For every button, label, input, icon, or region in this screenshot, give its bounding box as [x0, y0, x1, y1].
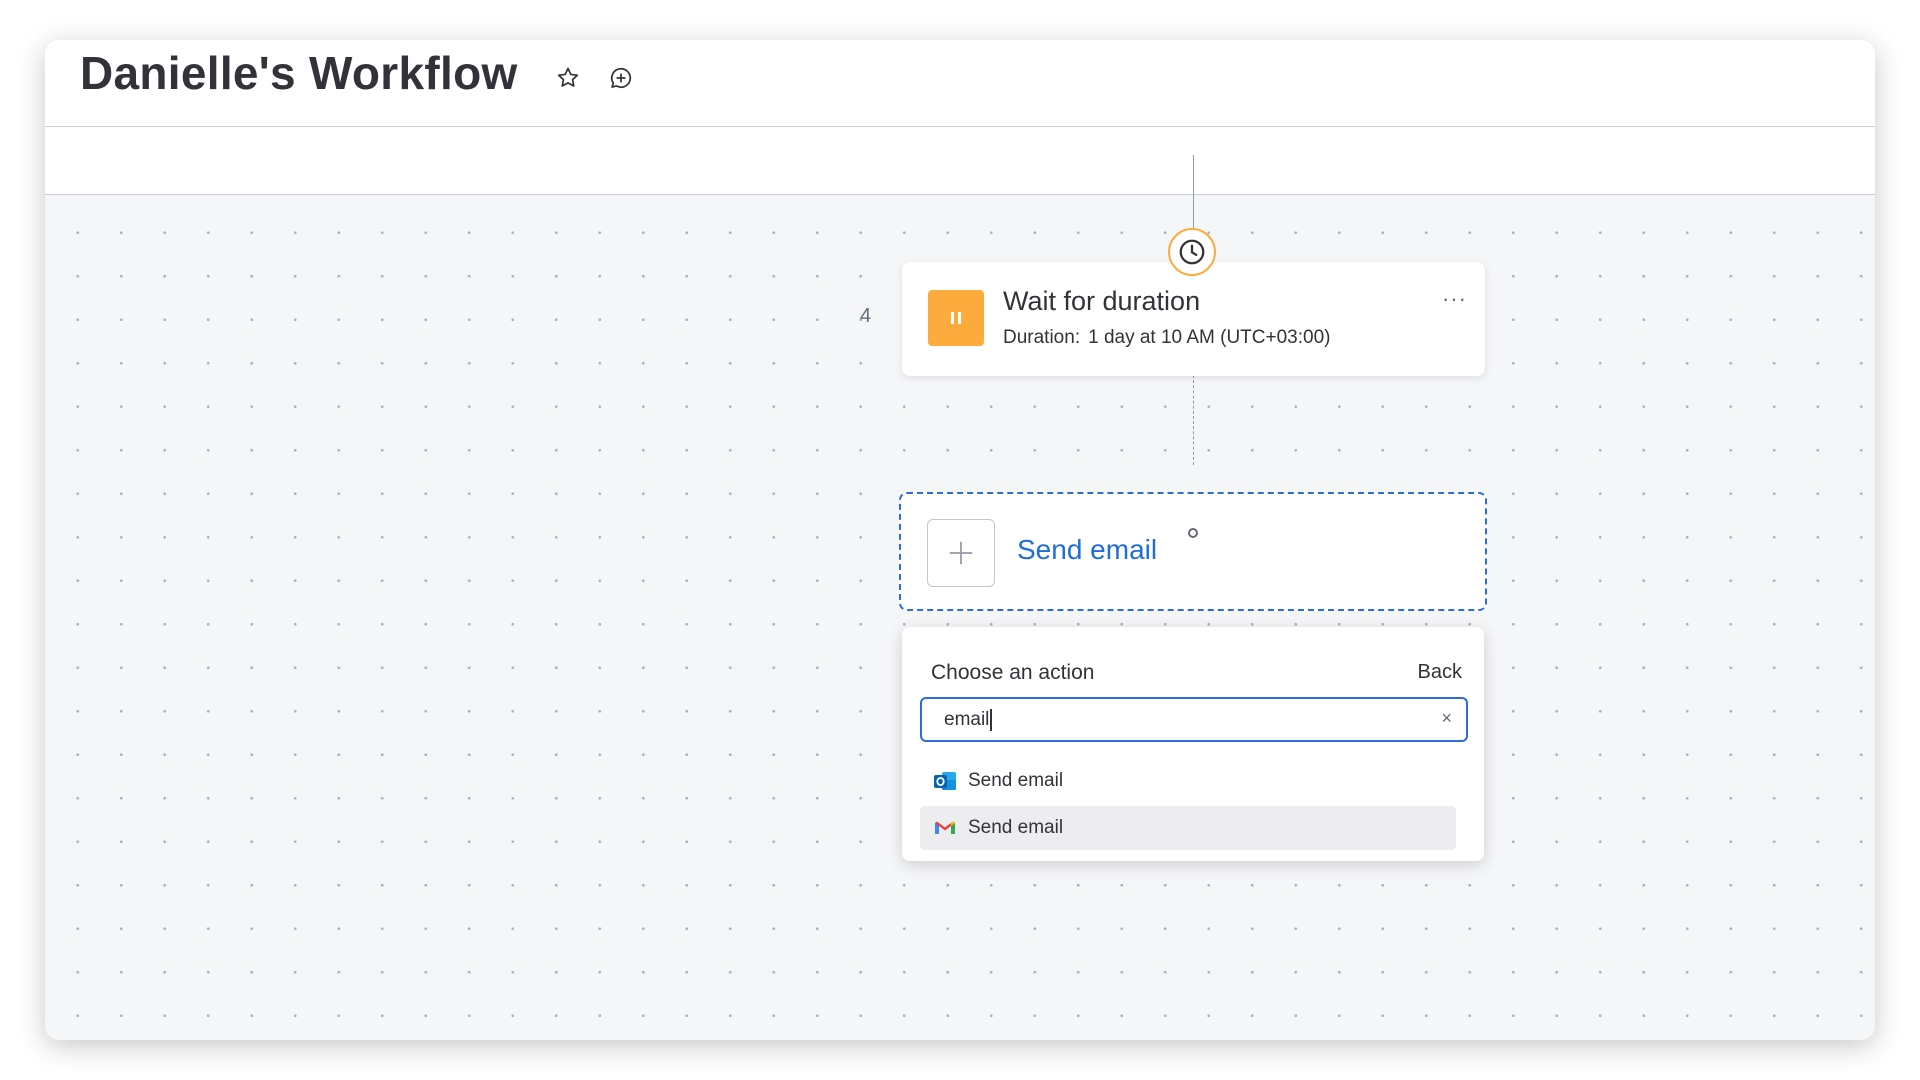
wait-card-title: Wait for duration — [1003, 286, 1201, 316]
connector-node[interactable] — [1188, 528, 1198, 538]
back-button[interactable]: Back — [1418, 661, 1462, 684]
action-search-field[interactable]: × — [920, 697, 1468, 742]
wait-card-duration: Duration: 1 day at 10 AM (UTC+03:00) — [1003, 327, 1330, 349]
wait-for-duration-card[interactable]: Wait for duration Duration: 1 day at 10 A… — [902, 262, 1485, 376]
clear-search-button[interactable]: × — [1441, 708, 1452, 729]
toolbar — [45, 127, 1875, 195]
clock-icon — [1168, 228, 1216, 276]
choose-action-dropdown: Choose an action Back × Send email Send … — [902, 627, 1484, 861]
duration-label: Duration: — [1003, 327, 1081, 348]
plus-icon[interactable] — [927, 519, 995, 587]
step-number: 4 — [860, 305, 872, 327]
chat-add-icon[interactable] — [603, 60, 639, 96]
text-cursor — [990, 709, 992, 731]
duration-value: 1 day at 10 AM (UTC+03:00) — [1088, 327, 1331, 348]
list-item-label: Send email — [968, 770, 1064, 791]
more-options-button[interactable]: ··· — [1442, 286, 1467, 312]
star-icon[interactable] — [550, 60, 586, 96]
list-item-outlook-send-email[interactable]: Send email — [920, 759, 1456, 803]
action-card-label: Send email — [1017, 534, 1158, 565]
page-title: Danielle's Workflow — [80, 47, 518, 99]
connector-dashed-line — [1193, 375, 1194, 465]
board-header: Danielle's Workflow — [45, 40, 1875, 127]
gmail-icon — [932, 815, 958, 841]
search-input[interactable] — [944, 699, 1414, 740]
outlook-icon — [932, 768, 958, 794]
list-item-label: Send email — [968, 817, 1064, 838]
pause-icon — [928, 290, 984, 346]
list-item-gmail-send-email[interactable]: Send email — [920, 806, 1456, 850]
send-email-action-card[interactable]: Send email — [899, 492, 1487, 611]
dropdown-title: Choose an action — [931, 661, 1095, 684]
